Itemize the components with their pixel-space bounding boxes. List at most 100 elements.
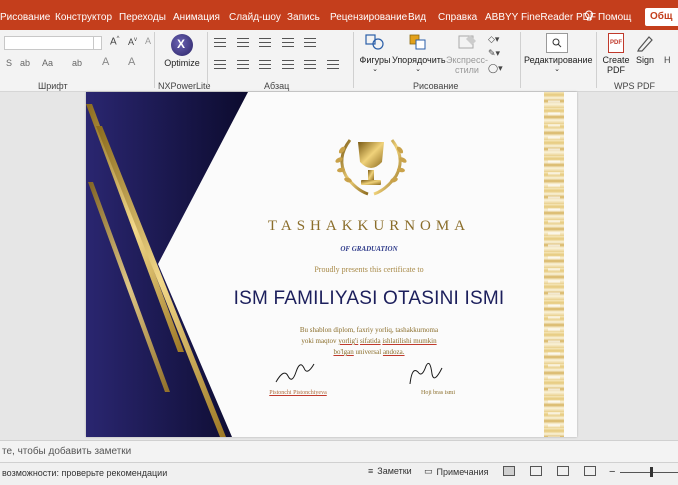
paragraph-icons-row1 — [210, 38, 320, 49]
shapes-button[interactable]: Фигуры ⌄ — [356, 33, 394, 73]
text-direction-icon[interactable] — [326, 60, 339, 69]
line-spacing-icon[interactable] — [304, 38, 317, 47]
align-center-icon[interactable] — [236, 60, 249, 69]
highlight-icon[interactable]: ab — [72, 58, 82, 68]
tab-design[interactable]: Конструктор — [55, 12, 112, 23]
tab-view[interactable]: Вид — [408, 12, 426, 23]
body-line-3: bo'lgan universal andoza. — [333, 348, 405, 356]
chevron-down-icon: ⌄ — [554, 66, 560, 73]
express-styles-button[interactable]: Экспресс-стили — [446, 33, 488, 75]
signer-2-name[interactable]: Hoji bras ismi — [408, 390, 468, 396]
tab-abbyy[interactable]: ABBYY FineReader PDF — [485, 12, 596, 23]
group-label-paragraph: Абзац — [264, 81, 290, 91]
optimize-button[interactable]: Optimize — [160, 34, 204, 68]
zoom-out-icon[interactable]: − — [609, 466, 615, 478]
text-effects-icon[interactable]: S — [6, 58, 12, 68]
group-label-nxpowerlite: NXPowerLite — [158, 81, 211, 91]
tab-drawing[interactable]: Рисование — [0, 12, 50, 23]
font-size-dropdown[interactable] — [94, 36, 102, 50]
nxpowerlite-icon — [171, 34, 193, 56]
tab-help[interactable]: Справка — [438, 12, 477, 23]
shape-effects-icon[interactable]: ◯▾ — [488, 63, 503, 74]
presents-text[interactable]: Proudly presents this certificate to — [264, 265, 474, 274]
quick-styles-icon — [458, 35, 476, 49]
tell-me-label: Помощ — [598, 12, 632, 23]
ribbon-divider — [520, 32, 521, 88]
align-left-icon[interactable] — [214, 60, 226, 69]
justify-icon[interactable] — [281, 60, 294, 69]
signer-1-name[interactable]: Pistonchi Pistonchiyeva — [258, 390, 338, 396]
chevron-down-icon: ⌄ — [415, 66, 421, 73]
express-styles-label: Экспресс-стили — [446, 55, 488, 75]
recipient-name[interactable]: ISM FAMILIYASI OTASINI ISMI — [204, 288, 534, 310]
create-pdf-label: Create PDF — [602, 55, 630, 75]
comment-icon: ▭ — [424, 466, 433, 476]
notes-icon: ≡ — [368, 466, 374, 476]
columns-icon[interactable] — [304, 60, 317, 69]
arrange-icon — [409, 34, 426, 50]
body-line-1: Bu shablon diplom, faxriy yorliq, tashak… — [299, 326, 439, 334]
tab-slideshow[interactable]: Слайд-шоу — [229, 12, 281, 23]
certificate-body[interactable]: Bu shablon diplom, faxriy yorliq, tashak… — [276, 325, 462, 358]
zoom-slider[interactable] — [620, 472, 678, 473]
share-button[interactable]: Общ — [645, 8, 678, 26]
shapes-icon — [365, 34, 384, 50]
notes-placeholder: те, чтобы добавить заметки — [2, 446, 132, 457]
certificate-title[interactable]: TASHAKKURNOMA — [244, 218, 494, 235]
tab-transitions[interactable]: Переходы — [119, 12, 166, 23]
certificate-subtitle[interactable]: OF GRADUATION — [294, 245, 444, 253]
ribbon-divider — [353, 32, 354, 88]
ribbon-divider — [207, 32, 208, 88]
slide-sorter-icon[interactable] — [530, 466, 542, 476]
clear-format-icon[interactable]: A — [145, 36, 151, 46]
decrease-indent-icon[interactable] — [259, 38, 272, 47]
group-label-wps-pdf: WPS PDF — [614, 81, 656, 91]
accessibility-status[interactable]: возможности: проверьте рекомендации — [2, 468, 167, 478]
sign-icon — [637, 36, 653, 52]
chevron-down-icon: ⌄ — [372, 66, 378, 73]
arrange-label: Упорядочить — [392, 55, 446, 65]
font-color2-icon[interactable]: A — [128, 56, 135, 68]
tab-record[interactable]: Запись — [287, 12, 320, 23]
tell-me[interactable]: Помощ — [584, 8, 631, 23]
paragraph-icons-row2 — [210, 60, 343, 71]
group-label-drawing: Рисование — [413, 81, 459, 91]
comments-button-label: Примечания — [436, 466, 489, 477]
slide-canvas[interactable]: TASHAKKURNOMA OF GRADUATION Proudly pres… — [86, 92, 577, 437]
signature-1-image — [275, 363, 315, 383]
font-color-icon[interactable]: A — [102, 56, 109, 68]
shrink-font-icon[interactable]: Av — [128, 37, 137, 47]
sign-button[interactable]: Sign — [632, 33, 658, 65]
slideshow-view-icon[interactable] — [584, 466, 596, 476]
comments-button[interactable]: ▭ Примечания — [424, 466, 488, 477]
change-case-icon[interactable]: Aa — [42, 58, 53, 68]
reading-view-icon[interactable] — [557, 466, 569, 476]
status-bar: возможности: проверьте рекомендации ≡ За… — [0, 462, 678, 485]
notes-button[interactable]: ≡ Заметки — [368, 466, 412, 476]
align-right-icon[interactable] — [259, 60, 272, 69]
shape-fill-icon[interactable]: ◇▾ — [488, 34, 499, 45]
ribbon-divider — [154, 32, 155, 88]
create-pdf-button[interactable]: PDF Create PDF — [600, 33, 632, 75]
font-size-field[interactable] — [4, 36, 94, 50]
arrange-button[interactable]: Упорядочить ⌄ — [392, 33, 446, 73]
search-icon — [546, 33, 568, 53]
shape-outline-icon[interactable]: ✎▾ — [488, 48, 500, 59]
tab-review[interactable]: Рецензирование — [330, 12, 407, 23]
numbering-icon[interactable] — [236, 38, 249, 47]
trophy-icon — [335, 139, 407, 196]
bullets-icon[interactable] — [214, 38, 226, 47]
grow-font-icon[interactable]: A^ — [110, 36, 120, 47]
increase-indent-icon[interactable] — [281, 38, 294, 47]
normal-view-icon[interactable] — [503, 466, 515, 476]
notes-pane[interactable]: те, чтобы добавить заметки — [0, 440, 678, 462]
char-spacing-icon[interactable]: ab — [20, 58, 30, 68]
more-icon[interactable]: H — [664, 55, 671, 65]
signature-2-image — [409, 362, 443, 385]
tab-animation[interactable]: Анимация — [173, 12, 220, 23]
zoom-slider-thumb[interactable] — [650, 467, 653, 477]
notes-button-label: Заметки — [377, 466, 412, 476]
shapes-label: Фигуры — [359, 55, 391, 65]
editing-label: Редактирование — [524, 55, 593, 65]
editing-button[interactable]: Редактирование ⌄ — [524, 33, 593, 73]
